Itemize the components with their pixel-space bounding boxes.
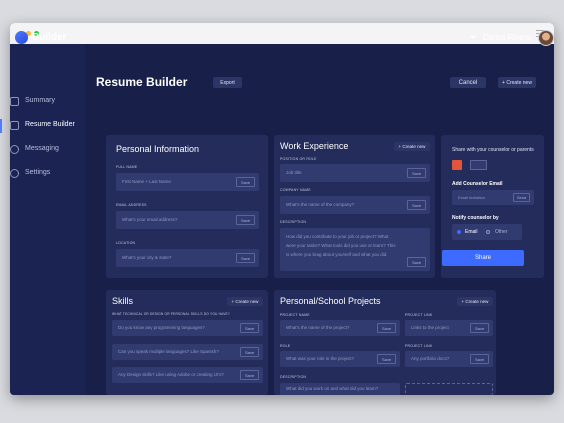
- placeholder: What's your city & state?: [122, 255, 172, 260]
- company-field[interactable]: What's the name of the company? Save: [280, 196, 430, 214]
- company-label: Company Name: [280, 188, 311, 192]
- sidebar-item-label: Summary: [25, 97, 55, 104]
- project-description-label: Description: [280, 375, 307, 379]
- placeholder: Links to the project: [411, 325, 449, 330]
- project-link-label: Project Link: [405, 313, 433, 317]
- app-name: Builder: [32, 32, 67, 43]
- skill-field[interactable]: Do you know any programming languages? S…: [112, 320, 263, 336]
- radio-email[interactable]: [457, 230, 461, 234]
- avatar: [538, 30, 554, 46]
- radio-other[interactable]: [486, 230, 490, 234]
- placeholder: What's your email address?: [122, 217, 178, 222]
- position-label: Position or Role: [280, 157, 317, 161]
- placeholder: What did you work on and what did you le…: [286, 386, 379, 391]
- export-label: Export: [220, 79, 235, 86]
- counselor-email-field[interactable]: Email invitation Send: [452, 190, 534, 205]
- skills-title: Skills: [112, 296, 134, 306]
- chat-icon: [10, 145, 19, 154]
- sidebar-item-label: Messaging: [25, 145, 59, 152]
- placeholder: Job title: [286, 170, 302, 175]
- gear-icon: [10, 169, 19, 178]
- create-new-button[interactable]: + Create new: [498, 77, 536, 88]
- project-name-field[interactable]: What's the name of the project? Save: [280, 320, 400, 336]
- location-field[interactable]: What's your city & state? Save: [116, 249, 259, 267]
- cancel-button[interactable]: Cancel: [450, 77, 486, 88]
- upload-dropzone[interactable]: [405, 383, 493, 395]
- placeholder: First Name + Last Name: [122, 179, 171, 184]
- save-button[interactable]: Save: [407, 168, 426, 178]
- add-person-icon[interactable]: [470, 160, 487, 170]
- project-name-label: Project Name: [280, 313, 310, 317]
- project-link2-label: Project Link: [405, 344, 433, 348]
- option-email-label: Email: [465, 229, 478, 235]
- sidebar-item-messaging[interactable]: Messaging: [0, 141, 75, 159]
- save-button[interactable]: Save: [240, 370, 259, 380]
- save-button[interactable]: Save: [240, 323, 259, 333]
- share-heading: Share with your counselor or parents: [452, 147, 534, 153]
- email-field[interactable]: What's your email address? Save: [116, 211, 259, 229]
- projects-title: Personal/School Projects: [280, 296, 381, 306]
- save-button[interactable]: Save: [407, 257, 426, 267]
- project-link-field[interactable]: Links to the project Save: [405, 320, 493, 336]
- placeholder: How did you contribute to your job or pr…: [286, 234, 396, 257]
- work-description-field[interactable]: How did you contribute to your job or pr…: [280, 228, 430, 271]
- location-label: Location: [116, 241, 136, 245]
- project-link2-field[interactable]: Any portfolio docs? Save: [405, 351, 493, 367]
- placeholder: What's the name of the company?: [286, 202, 355, 207]
- placeholder: Any Design skills? Like using Adobe or c…: [118, 372, 224, 377]
- save-button[interactable]: Save: [407, 200, 426, 210]
- save-button[interactable]: Save: [236, 253, 255, 263]
- placeholder: What was your role in the project?: [286, 356, 355, 361]
- position-field[interactable]: Job title Save: [280, 164, 430, 182]
- option-other-label: Other: [495, 229, 508, 235]
- skill-field[interactable]: Any Design skills? Like using Adobe or c…: [112, 367, 263, 383]
- save-button[interactable]: Save: [236, 215, 255, 225]
- save-button[interactable]: Save: [470, 354, 489, 364]
- work-experience-title: Work Experience: [280, 141, 349, 151]
- skill-field[interactable]: Can you speak multiple languages? Like S…: [112, 344, 263, 360]
- save-button[interactable]: Save: [377, 354, 396, 364]
- grid-icon: [10, 97, 19, 106]
- notify-label: Notify counselor by: [452, 215, 499, 221]
- description-label: Description: [280, 220, 307, 224]
- user-name: Carlos Rivera: [482, 33, 531, 42]
- personal-information-title: Personal Information: [116, 144, 200, 154]
- notify-options: Email Other: [452, 224, 522, 240]
- export-button[interactable]: Export: [213, 77, 242, 88]
- save-button[interactable]: Save: [236, 177, 255, 187]
- sidebar-item-resume-builder[interactable]: Resume Builder: [0, 117, 75, 135]
- placeholder: Any portfolio docs?: [411, 356, 450, 361]
- user-menu[interactable]: Carlos Rivera: [454, 30, 554, 46]
- logo-icon: [15, 31, 28, 44]
- email-label: Email Address: [116, 203, 147, 207]
- projects-create-button[interactable]: + Create new: [457, 297, 493, 306]
- save-button[interactable]: Save: [470, 323, 489, 333]
- placeholder: Email invitation: [458, 195, 485, 200]
- chevron-down-icon: [470, 36, 476, 39]
- work-create-button[interactable]: + Create new: [394, 142, 430, 151]
- sidebar-item-settings[interactable]: Settings: [0, 165, 75, 183]
- counselor-email-label: Add Counselor Email: [452, 181, 503, 187]
- document-icon: [10, 121, 19, 130]
- placeholder: Can you speak multiple languages? Like S…: [118, 349, 219, 354]
- full-name-label: Full Name: [116, 165, 138, 169]
- project-description-field[interactable]: What did you work on and what did you le…: [280, 383, 400, 395]
- page-title: Resume Builder: [96, 75, 188, 89]
- sidebar-item-label: Settings: [25, 169, 51, 176]
- full-name-field[interactable]: First Name + Last Name Save: [116, 173, 259, 191]
- role-label: Role: [280, 344, 291, 348]
- send-button[interactable]: Send: [513, 193, 530, 202]
- save-button[interactable]: Save: [377, 323, 396, 333]
- placeholder: What's the name of the project?: [286, 325, 350, 330]
- sidebar-item-summary[interactable]: Summary: [0, 93, 75, 111]
- placeholder: Do you know any programming languages?: [118, 325, 205, 330]
- skills-create-button[interactable]: + Create new: [227, 297, 263, 306]
- parent-avatar: [452, 160, 462, 170]
- role-field[interactable]: What was your role in the project? Save: [280, 351, 400, 367]
- sidebar-item-label: Resume Builder: [25, 121, 75, 128]
- share-button[interactable]: Share: [442, 250, 524, 266]
- save-button[interactable]: Save: [240, 347, 259, 357]
- skills-question: What technical or design or personal ski…: [112, 312, 230, 316]
